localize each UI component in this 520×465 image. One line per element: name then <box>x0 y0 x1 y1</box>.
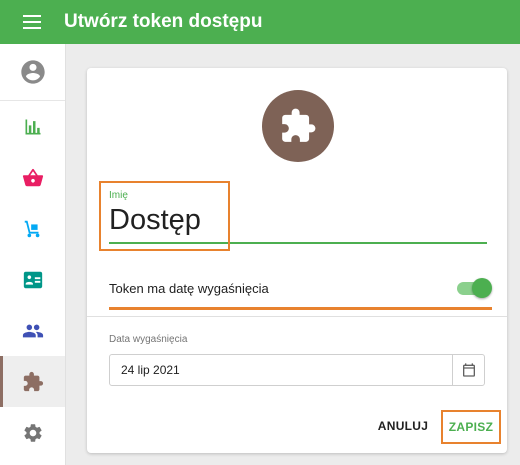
calendar-icon <box>462 363 475 377</box>
puzzle-icon <box>282 108 316 142</box>
sidebar-item-settings[interactable] <box>0 407 65 458</box>
contact-card-icon <box>23 271 42 288</box>
expiry-toggle-switch[interactable] <box>457 278 492 298</box>
name-input[interactable] <box>109 202 479 238</box>
gear-icon <box>23 423 42 442</box>
switch-knob <box>472 278 492 298</box>
calendar-button[interactable] <box>452 355 484 385</box>
sidebar-item-tokens[interactable] <box>0 356 65 407</box>
save-button[interactable]: ZAPISZ <box>441 410 501 444</box>
expiry-date-input[interactable] <box>110 355 453 385</box>
sidebar <box>0 44 66 465</box>
hamburger-menu-icon[interactable] <box>0 0 64 44</box>
page-title: Utwórz token dostępu <box>64 11 263 32</box>
puzzle-icon <box>23 371 43 391</box>
expiry-toggle-label: Token ma datę wygaśnięcia <box>109 280 269 296</box>
sidebar-item-stats[interactable] <box>0 101 65 152</box>
shopping-basket-icon <box>22 168 43 186</box>
toggle-highlight-underline <box>109 307 492 310</box>
bar-chart-icon <box>25 119 40 134</box>
sidebar-item-users[interactable] <box>0 305 65 356</box>
sidebar-item-shop[interactable] <box>0 152 65 203</box>
expiry-date-field <box>109 354 485 386</box>
divider <box>87 316 507 317</box>
app-bar: Utwórz token dostępu <box>0 0 520 44</box>
expiry-toggle-row: Token ma datę wygaśnięcia <box>109 274 492 302</box>
cancel-button[interactable]: ANULUJ <box>373 414 433 438</box>
sidebar-item-delivery[interactable] <box>0 203 65 254</box>
token-avatar <box>262 90 334 162</box>
expiry-date-label: Data wygaśnięcia <box>109 334 188 345</box>
sidebar-item-contacts[interactable] <box>0 254 65 305</box>
account-circle-icon <box>20 60 45 84</box>
people-icon <box>22 324 43 337</box>
name-field: Imię <box>109 186 487 244</box>
name-field-label: Imię <box>109 190 128 201</box>
hand-truck-icon <box>24 220 39 237</box>
create-token-card: Imię Token ma datę wygaśnięcia Data wyga… <box>87 68 507 453</box>
sidebar-item-account[interactable] <box>0 44 65 101</box>
